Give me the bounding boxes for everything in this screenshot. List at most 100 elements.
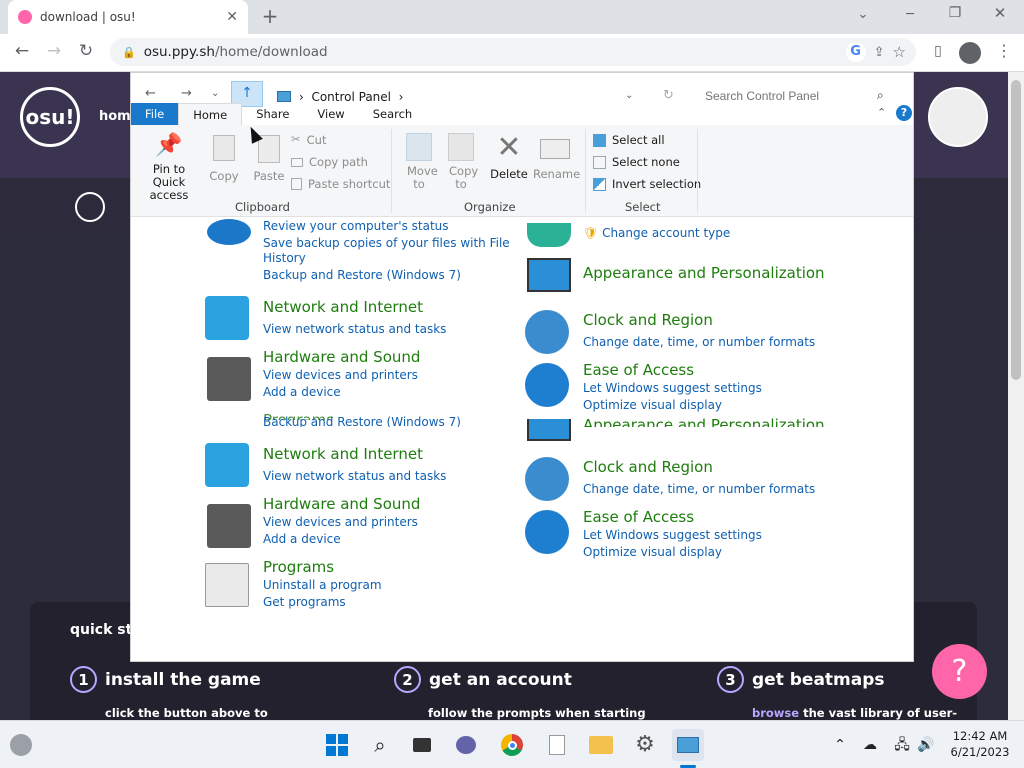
clock-region-title-2[interactable]: Clock and Region (583, 458, 713, 476)
settings-gear-icon[interactable]: ⚙ (631, 731, 659, 759)
link-devices-printers-2[interactable]: View devices and printers (263, 515, 418, 529)
help-button[interactable]: ? (932, 644, 987, 699)
step-beatmaps: 3 get beatmaps (717, 666, 885, 693)
omnibox[interactable]: 🔒 osu.ppy.sh/home/download G ⇪ ☆ (110, 38, 916, 66)
side-panel-icon[interactable]: ▯ (930, 44, 946, 58)
link-network-status-2[interactable]: View network status and tasks (263, 469, 446, 483)
file-explorer-icon[interactable] (587, 731, 615, 759)
group-organize-label: Organize (464, 200, 516, 214)
hardware-sound-title-2[interactable]: Hardware and Sound (263, 495, 420, 513)
link-change-account-type[interactable]: 🛡 Change account type (583, 226, 730, 240)
link-change-date-formats-2[interactable]: Change date, time, or number formats (583, 482, 815, 496)
tab-search[interactable]: Search (359, 103, 427, 125)
file-icon[interactable] (543, 731, 571, 759)
google-translate-icon[interactable]: G (845, 42, 866, 62)
refresh-icon[interactable]: ↻ (663, 89, 674, 102)
link-add-device-2[interactable]: Add a device (263, 532, 341, 546)
link-windows-suggest-2[interactable]: Let Windows suggest settings (583, 528, 762, 542)
copy-button[interactable]: Copy (205, 135, 243, 183)
avatar[interactable] (928, 87, 988, 147)
chrome-icon[interactable] (498, 731, 526, 759)
back-icon[interactable]: ← (12, 43, 32, 60)
link-backup-restore[interactable]: Backup and Restore (Windows 7) (263, 268, 461, 282)
network-internet-title[interactable]: Network and Internet (263, 298, 423, 316)
ease-of-access-icon (525, 510, 569, 554)
ghost-backup-link[interactable]: Backup and Restore (Windows 7) (263, 415, 461, 427)
paste-shortcut-button[interactable]: Paste shortcut (291, 177, 390, 191)
close-window-icon[interactable]: ✕ (990, 6, 1010, 21)
forward-icon[interactable]: → (44, 43, 64, 60)
osu-logo[interactable]: osu! (20, 87, 80, 147)
widgets-icon[interactable] (10, 734, 32, 756)
link-get-programs[interactable]: Get programs (263, 595, 346, 609)
delete-button[interactable]: ✕ Delete (489, 133, 529, 182)
link-optimize-display[interactable]: Optimize visual display (583, 398, 722, 412)
taskbar-clock[interactable]: 12:42 AM 6/21/2023 (940, 728, 1020, 760)
select-none-button[interactable]: Select none (593, 155, 680, 169)
clock-region-title[interactable]: Clock and Region (583, 311, 713, 329)
url-text[interactable]: osu.ppy.sh/home/download (144, 44, 838, 60)
page-scrollbar-thumb[interactable] (1011, 80, 1021, 380)
appearance-title[interactable]: Appearance and Personalization (583, 264, 825, 282)
breadcrumb[interactable]: › Control Panel › (299, 90, 403, 104)
close-tab-icon[interactable]: ✕ (226, 10, 238, 24)
tab-search-icon[interactable]: ⌄ (853, 8, 873, 21)
share-icon[interactable]: ⇪ (874, 46, 885, 59)
rename-button[interactable]: Rename (533, 133, 580, 181)
task-view-icon[interactable] (408, 731, 436, 759)
browse-link[interactable]: browse (752, 706, 799, 720)
ease-of-access-title-2[interactable]: Ease of Access (583, 508, 694, 526)
reload-icon[interactable]: ↻ (76, 43, 96, 60)
minimize-icon[interactable]: ─ (900, 8, 920, 21)
cut-button[interactable]: ✂ Cut (291, 133, 326, 147)
tab-file[interactable]: File (131, 103, 179, 125)
hardware-sound-title[interactable]: Hardware and Sound (263, 348, 420, 366)
copy-path-button[interactable]: Copy path (291, 155, 368, 169)
link-network-status[interactable]: View network status and tasks (263, 322, 446, 336)
step-beatmaps-sub: browse the vast library of user- (752, 706, 958, 720)
link-file-history-2[interactable]: History (263, 251, 306, 265)
tab-view[interactable]: View (303, 103, 358, 125)
control-panel-icon (277, 91, 291, 102)
menu-icon[interactable]: ⋮ (996, 43, 1012, 59)
new-tab-button[interactable]: + (260, 6, 280, 26)
forward-icon[interactable]: → (181, 87, 192, 100)
invert-selection-button[interactable]: Invert selection (593, 177, 701, 191)
select-all-button[interactable]: Select all (593, 133, 665, 147)
pin-quick-access-button[interactable]: 📌 Pin to Quick access (137, 135, 201, 202)
recent-chevron-icon[interactable]: ⌄ (211, 89, 219, 99)
link-windows-suggest[interactable]: Let Windows suggest settings (583, 381, 762, 395)
show-hidden-icons-icon[interactable]: ⌃ (826, 731, 854, 759)
address-dropdown-icon[interactable]: ⌄ (625, 91, 633, 101)
group-clipboard-label: Clipboard (235, 200, 290, 214)
copy-to-button[interactable]: Copy to (441, 133, 481, 191)
link-optimize-display-2[interactable]: Optimize visual display (583, 545, 722, 559)
start-icon[interactable] (323, 731, 351, 759)
volume-icon[interactable]: 🔊 (912, 731, 940, 759)
programs-title[interactable]: Programs (263, 558, 334, 576)
onedrive-icon[interactable]: ☁ (856, 731, 884, 759)
link-change-date-formats[interactable]: Change date, time, or number formats (583, 335, 815, 349)
tab-share[interactable]: Share (242, 103, 303, 125)
link-devices-printers[interactable]: View devices and printers (263, 368, 418, 382)
profile-icon[interactable] (959, 42, 981, 64)
network-internet-title-2[interactable]: Network and Internet (263, 445, 423, 463)
link-uninstall-program[interactable]: Uninstall a program (263, 578, 382, 592)
link-file-history[interactable]: Save backup copies of your files with Fi… (263, 236, 510, 250)
move-to-icon (406, 133, 432, 161)
link-review-status[interactable]: Review your computer's status (263, 219, 449, 233)
browser-tab[interactable]: download | osu! ✕ (8, 0, 248, 34)
move-to-button[interactable]: Move to (399, 133, 439, 191)
link-add-device[interactable]: Add a device (263, 385, 341, 399)
ease-of-access-title[interactable]: Ease of Access (583, 361, 694, 379)
download-home-icon (75, 192, 105, 222)
restore-icon[interactable]: ❐ (945, 6, 965, 20)
tab-home[interactable]: Home (178, 103, 243, 125)
back-icon[interactable]: ← (145, 87, 156, 100)
teams-chat-icon[interactable] (452, 731, 480, 759)
search-icon[interactable]: ⌕ (366, 731, 394, 759)
ribbon-collapse-icon[interactable]: ⌃ (877, 107, 886, 118)
bookmark-star-icon[interactable]: ☆ (893, 44, 906, 60)
help-icon[interactable]: ? (896, 105, 912, 121)
control-panel-taskbar-icon[interactable] (672, 729, 704, 761)
